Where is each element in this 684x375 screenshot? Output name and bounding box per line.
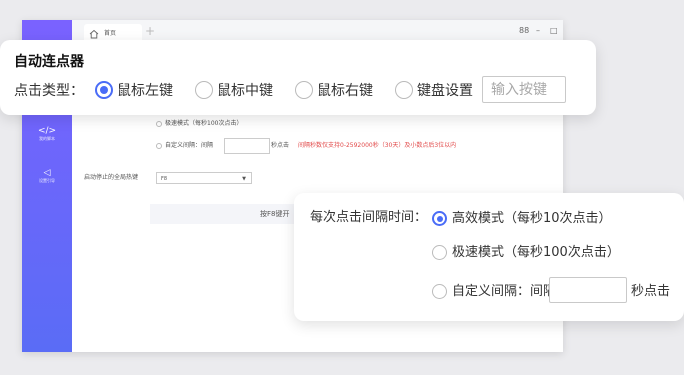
seconds-label: 秒点击 — [631, 284, 671, 299]
chevron-down-icon: ▼ — [242, 176, 246, 182]
radio-icon — [156, 120, 162, 127]
radio-checked-icon — [432, 211, 447, 226]
sidebar-item-my-scripts[interactable]: </> 我的脚本 — [22, 126, 72, 142]
hotkey-label: 启动停止的全局热键 — [84, 174, 139, 181]
hotkey-select[interactable]: F8 ▼ — [156, 172, 252, 184]
mini-interval-note: 间隔秒数仅支持0-2592000秒（30天）及小数点后3位以内 — [298, 142, 457, 149]
mini-fast-mode-option[interactable]: 极速模式（每秒100次点击） — [156, 120, 242, 128]
radio-icon — [432, 245, 447, 260]
interval-label: 每次点击间隔时间： — [310, 210, 428, 225]
grid-icon[interactable]: 88 — [519, 26, 529, 36]
radio-label: 鼠标右键 — [317, 83, 373, 99]
radio-label: 自定义间隔：间隔 — [452, 284, 557, 299]
click-type-card: 自动连点器 点击类型： 鼠标左键 鼠标中键 鼠标右键 键盘设置 — [0, 40, 596, 115]
radio-icon — [395, 81, 413, 99]
interval-input[interactable] — [549, 277, 627, 303]
key-input[interactable] — [482, 76, 566, 103]
mini-custom-option[interactable]: 自定义间隔：间隔 — [156, 142, 213, 150]
send-icon: ◁ — [43, 168, 51, 178]
radio-label: 高效模式（每秒10次点击） — [452, 211, 612, 226]
maximize-button[interactable]: □ — [550, 26, 558, 36]
add-tab-button[interactable]: + — [145, 25, 155, 37]
radio-label: 极速模式（每秒100次点击） — [452, 245, 620, 260]
mini-fast-mode-label: 极速模式（每秒100次点击） — [165, 120, 243, 127]
mini-seconds-label: 秒点击 — [271, 142, 290, 149]
code-icon: </> — [37, 126, 57, 136]
click-type-label: 点击类型： — [14, 83, 84, 99]
radio-label: 键盘设置 — [417, 83, 473, 99]
sidebar-item-label: 我的脚本 — [39, 136, 55, 141]
mini-custom-label: 自定义间隔：间隔 — [165, 142, 214, 149]
minimize-button[interactable]: – — [536, 26, 540, 36]
sidebar-item-label: 设置引导 — [39, 178, 55, 183]
mini-interval-input[interactable] — [224, 138, 270, 154]
tab-label: 首页 — [104, 30, 117, 37]
home-icon — [89, 29, 99, 39]
hotkey-value: F8 — [161, 176, 168, 182]
interval-card: 每次点击间隔时间： 高效模式（每秒10次点击） 极速模式（每秒100次点击） 自… — [294, 193, 684, 321]
radio-icon — [295, 81, 313, 99]
radio-checked-icon — [95, 81, 113, 99]
start-button-label: 按F8键开 — [260, 210, 290, 218]
sidebar-item-guide[interactable]: ◁ 设置引导 — [22, 168, 72, 184]
radio-label: 鼠标中键 — [217, 83, 273, 99]
radio-label: 鼠标左键 — [117, 83, 173, 99]
radio-icon — [432, 284, 447, 299]
radio-icon — [195, 81, 213, 99]
radio-icon — [156, 142, 162, 149]
card-title: 自动连点器 — [14, 54, 84, 70]
